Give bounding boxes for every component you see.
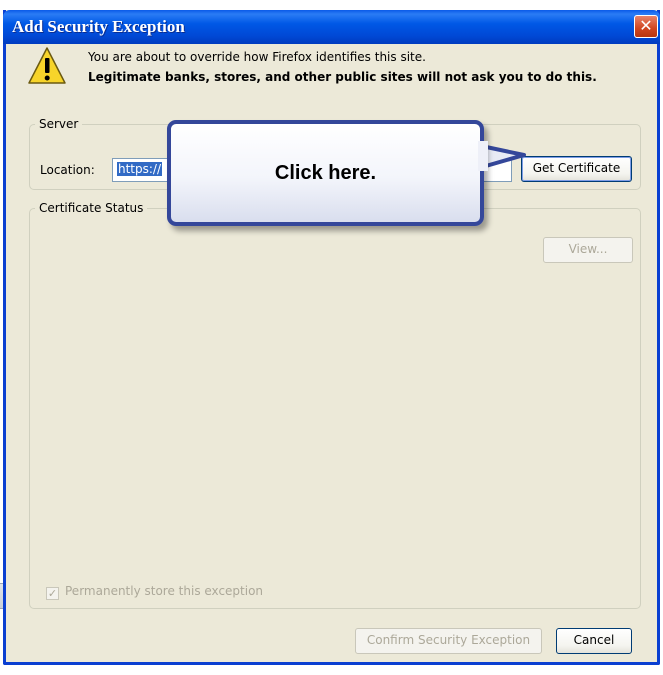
server-legend: Server (39, 117, 79, 131)
permanent-store-label: Permanently store this exception (65, 584, 264, 598)
callout-pointer-join (478, 141, 488, 171)
location-value: https:// (117, 162, 163, 176)
checkbox-check-icon: ✓ (46, 587, 59, 600)
permanent-store-checkbox[interactable]: ✓ Permanently store this exception (46, 584, 263, 600)
get-certificate-button[interactable]: Get Certificate (521, 156, 632, 182)
close-button[interactable]: ✕ (634, 15, 658, 38)
cancel-button[interactable]: Cancel (556, 628, 632, 654)
close-icon: ✕ (639, 16, 653, 35)
callout-text: Click here. (274, 162, 377, 184)
click-here-callout: Click here. (167, 120, 484, 226)
location-label: Location: (40, 163, 95, 177)
warning-message: You are about to override how Firefox id… (88, 50, 426, 64)
warning-message-bold: Legitimate banks, stores, and other publ… (88, 70, 597, 84)
view-button[interactable]: View... (543, 237, 633, 263)
confirm-security-exception-button[interactable]: Confirm Security Exception (355, 628, 542, 654)
window-title: Add Security Exception (12, 17, 185, 36)
title-bar[interactable]: Add Security Exception ✕ (3, 10, 660, 44)
certificate-status-legend: Certificate Status (39, 201, 144, 215)
warning-icon (28, 47, 66, 84)
